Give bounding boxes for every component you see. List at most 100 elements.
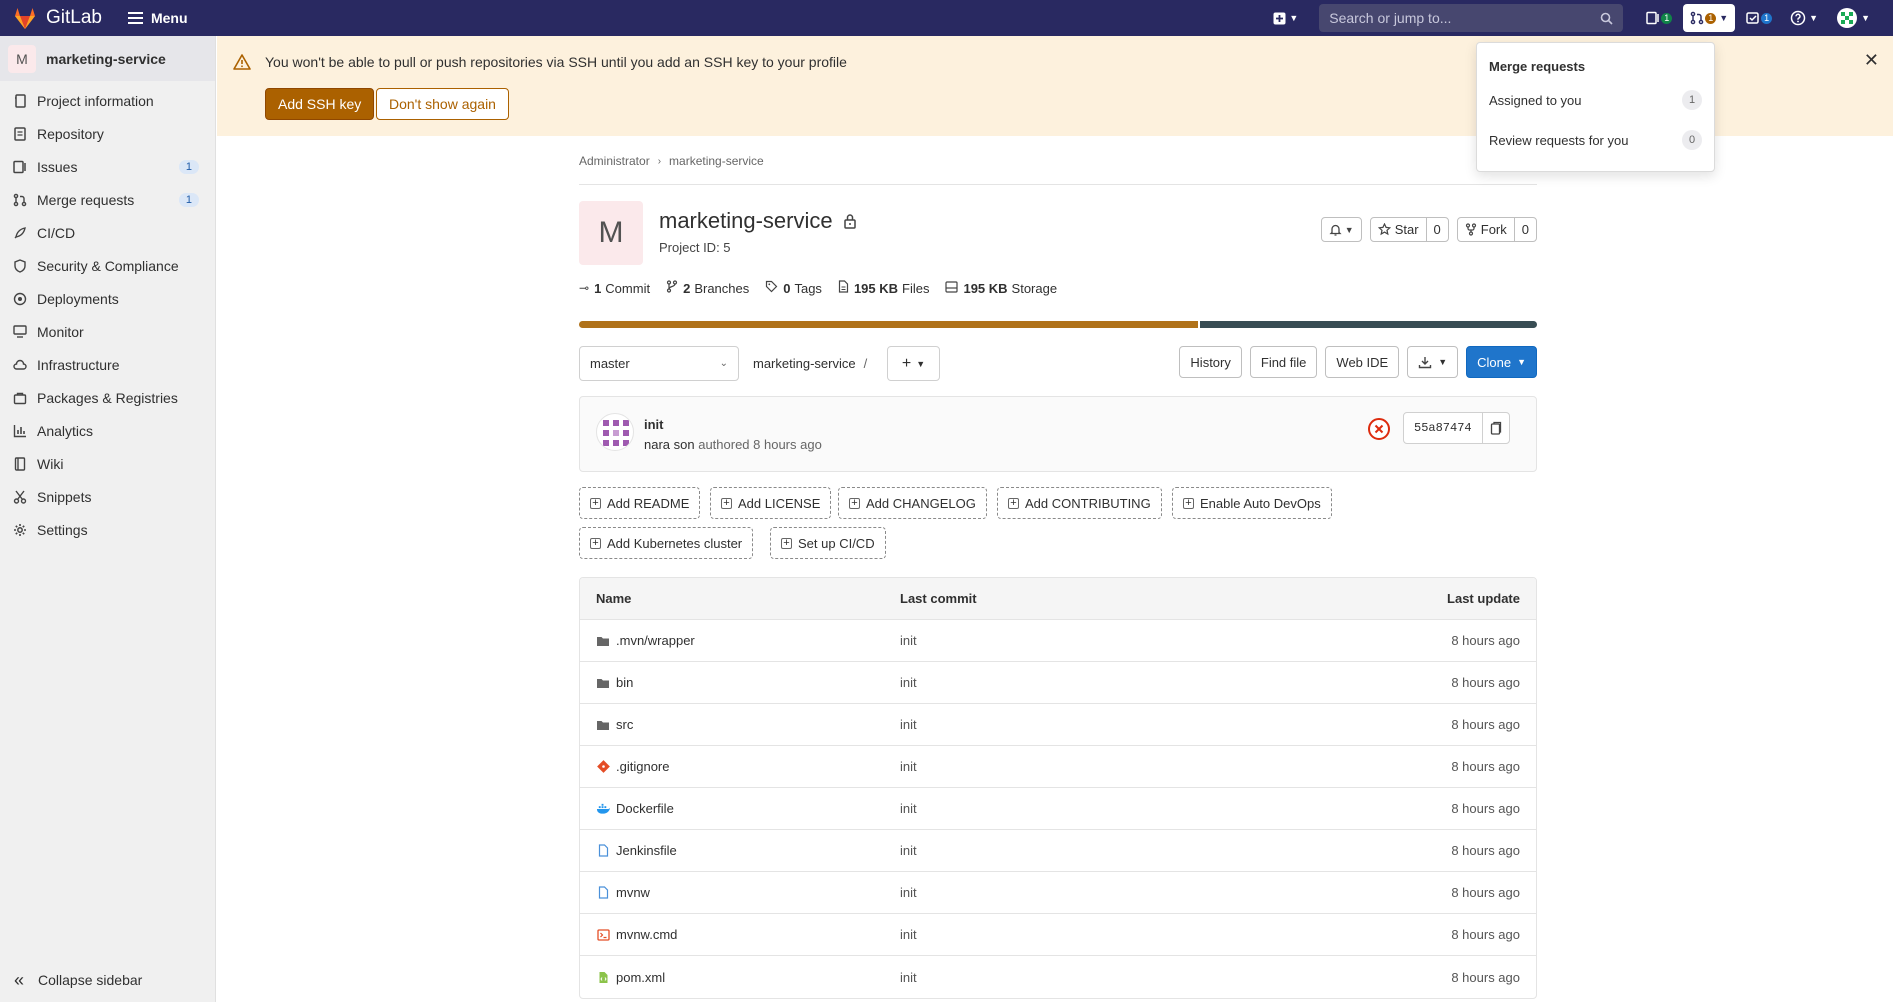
download-button[interactable]: ▼ — [1407, 346, 1459, 378]
pipeline-failed-icon[interactable] — [1367, 417, 1391, 441]
collapse-sidebar-button[interactable]: « Collapse sidebar — [0, 966, 216, 994]
sidebar-item-snippets[interactable]: Snippets — [0, 480, 215, 513]
commit-author[interactable]: nara son — [644, 437, 695, 452]
sidebar-item-packages[interactable]: Packages & Registries — [0, 381, 215, 414]
web-ide-button[interactable]: Web IDE — [1325, 346, 1400, 378]
table-row[interactable]: .mvn/wrapper init 8 hours ago — [580, 620, 1536, 662]
sidebar-item-ci-cd[interactable]: CI/CD — [0, 216, 215, 249]
issues-nav-button[interactable]: 1 — [1639, 4, 1679, 32]
file-name[interactable]: .mvn/wrapper — [616, 633, 695, 648]
branch-selector[interactable]: master ⌄ — [579, 346, 739, 381]
add-contributing-button[interactable]: + Add CONTRIBUTING — [997, 487, 1162, 519]
search-input[interactable]: Search or jump to... — [1319, 4, 1624, 32]
stat-branches[interactable]: 2 Branches — [666, 280, 749, 296]
sidebar-item-repository[interactable]: Repository — [0, 117, 215, 150]
sidebar-project-link[interactable]: M marketing-service — [0, 36, 215, 81]
star-button[interactable]: Star 0 — [1369, 217, 1449, 242]
set-up-ci-cd-button[interactable]: + Set up CI/CD — [770, 527, 886, 559]
sidebar-item-issues[interactable]: Issues 1 — [0, 150, 215, 183]
sidebar-item-infrastructure[interactable]: Infrastructure — [0, 348, 215, 381]
sidebar-item-analytics[interactable]: Analytics — [0, 414, 215, 447]
star-count[interactable]: 0 — [1425, 218, 1448, 241]
info-icon — [12, 93, 28, 109]
file-name[interactable]: Dockerfile — [616, 801, 674, 816]
table-row[interactable]: .gitignore init 8 hours ago — [580, 746, 1536, 788]
sidebar-item-deployments[interactable]: Deployments — [0, 282, 215, 315]
stat-value: 195 KB — [853, 280, 899, 296]
dropdown-item-review-requests[interactable]: Review requests for you 0 — [1477, 120, 1714, 160]
breadcrumb-item[interactable]: Administrator — [579, 154, 650, 168]
new-item-button[interactable]: ▼ — [1266, 4, 1305, 32]
row-last-commit[interactable]: init — [900, 675, 1336, 690]
sidebar-item-label: Snippets — [37, 488, 92, 505]
table-row[interactable]: pom.xml init 8 hours ago — [580, 956, 1536, 998]
notification-button[interactable]: ▼ — [1320, 217, 1362, 242]
help-button[interactable]: ▼ — [1783, 4, 1825, 32]
cloud-icon — [12, 357, 28, 373]
close-icon[interactable]: ✕ — [1864, 50, 1879, 71]
table-row[interactable]: Jenkinsfile init 8 hours ago — [580, 830, 1536, 872]
path-root-link[interactable]: marketing-service — [753, 356, 856, 371]
sidebar-item-monitor[interactable]: Monitor — [0, 315, 215, 348]
breadcrumb-item[interactable]: marketing-service — [669, 154, 764, 168]
file-name[interactable]: Jenkinsfile — [616, 843, 677, 858]
dropdown-item-count: 1 — [1682, 90, 1702, 110]
add-ssh-key-button[interactable]: Add SSH key — [265, 88, 375, 120]
row-last-commit[interactable]: init — [900, 801, 1336, 816]
table-row[interactable]: src init 8 hours ago — [580, 704, 1536, 746]
find-file-button[interactable]: Find file — [1249, 346, 1318, 378]
menu-button[interactable]: Menu — [127, 9, 188, 27]
clone-button[interactable]: Clone ▼ — [1466, 346, 1537, 378]
file-name[interactable]: mvnw.cmd — [616, 927, 677, 942]
commit-sha[interactable]: 55a87474 — [1404, 413, 1482, 443]
language-segment[interactable] — [1199, 321, 1537, 328]
stat-tags[interactable]: 0 Tags — [765, 280, 822, 296]
file-name[interactable]: mvnw — [616, 885, 650, 900]
row-last-commit[interactable]: init — [900, 970, 1336, 985]
add-readme-button[interactable]: + Add README — [579, 487, 701, 519]
file-name[interactable]: .gitignore — [616, 759, 669, 774]
copy-sha-button[interactable] — [1481, 413, 1509, 443]
sidebar-item-project-information[interactable]: Project information — [0, 84, 215, 117]
stat-files[interactable]: 195 KB Files — [838, 280, 929, 296]
row-last-commit[interactable]: init — [900, 885, 1336, 900]
language-segment[interactable] — [579, 321, 1198, 328]
add-license-button[interactable]: + Add LICENSE — [710, 487, 832, 519]
plus-square-icon: + — [1008, 497, 1019, 509]
merge-requests-nav-button[interactable]: 1 ▼ — [1683, 4, 1736, 32]
user-menu-button[interactable]: ▼ — [1829, 4, 1877, 32]
enable-auto-devops-button[interactable]: + Enable Auto DevOps — [1172, 487, 1332, 519]
fork-count[interactable]: 0 — [1513, 218, 1536, 241]
add-kubernetes-cluster-button[interactable]: + Add Kubernetes cluster — [579, 527, 754, 559]
table-row[interactable]: Dockerfile init 8 hours ago — [580, 788, 1536, 830]
history-button[interactable]: History — [1179, 346, 1242, 378]
sidebar-item-wiki[interactable]: Wiki — [0, 447, 215, 480]
row-last-commit[interactable]: init — [900, 843, 1336, 858]
commit-time: authored 8 hours ago — [698, 437, 822, 452]
dont-show-again-button[interactable]: Don't show again — [376, 88, 509, 120]
row-last-commit[interactable]: init — [900, 633, 1336, 648]
row-last-commit[interactable]: init — [900, 717, 1336, 732]
sidebar-item-settings[interactable]: Settings — [0, 513, 215, 546]
commit-title[interactable]: init — [644, 417, 664, 432]
add-changelog-button[interactable]: + Add CHANGELOG — [838, 487, 987, 519]
sidebar-item-security[interactable]: Security & Compliance — [0, 249, 215, 282]
file-name[interactable]: pom.xml — [616, 970, 665, 985]
add-to-tree-button[interactable]: + ▼ — [887, 346, 940, 381]
avatar[interactable] — [596, 413, 634, 451]
table-row[interactable]: mvnw init 8 hours ago — [580, 872, 1536, 914]
row-last-commit[interactable]: init — [900, 759, 1336, 774]
stat-storage[interactable]: 195 KB Storage — [945, 281, 1057, 296]
row-last-commit[interactable]: init — [900, 927, 1336, 942]
fork-button[interactable]: Fork 0 — [1456, 217, 1537, 242]
file-name[interactable]: src — [616, 717, 633, 732]
sidebar-item-merge-requests[interactable]: Merge requests 1 — [0, 183, 215, 216]
stat-commits[interactable]: ⊸ 1 Commit — [579, 281, 650, 296]
table-row[interactable]: mvnw.cmd init 8 hours ago — [580, 914, 1536, 956]
stat-value: 2 — [683, 280, 691, 296]
table-row[interactable]: bin init 8 hours ago — [580, 662, 1536, 704]
file-name[interactable]: bin — [616, 675, 633, 690]
gitlab-logo[interactable]: GitLab — [12, 5, 102, 31]
todos-nav-button[interactable]: 1 — [1739, 4, 1779, 32]
dropdown-item-assigned[interactable]: Assigned to you 1 — [1477, 80, 1714, 120]
